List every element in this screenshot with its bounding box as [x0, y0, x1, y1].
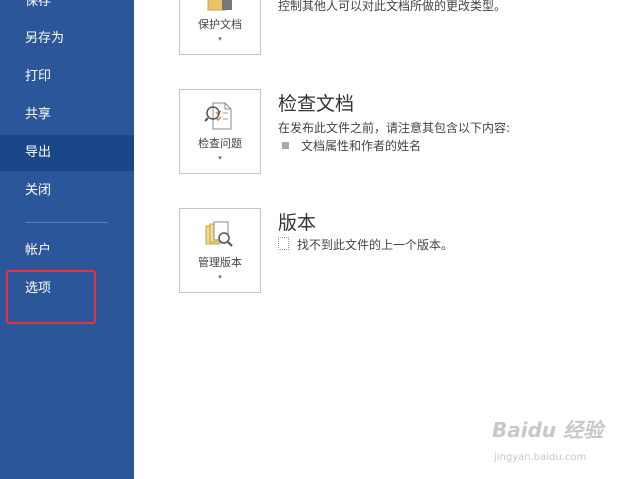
inspect-document-title: 检查文档 — [278, 93, 355, 115]
nav-account[interactable]: 帐户 — [0, 233, 134, 269]
protect-document-button[interactable]: 保护文档 ▾ — [179, 0, 261, 55]
versions-description-row: 找不到此文件的上一个版本。 — [278, 236, 453, 253]
nav-share[interactable]: 共享 — [0, 97, 134, 133]
nav-divider — [25, 222, 108, 223]
check-for-issues-button[interactable]: 检查问题 ▾ — [179, 89, 261, 174]
nav-export[interactable]: 导出 — [0, 135, 134, 171]
nav-save-as[interactable]: 另存为 — [0, 21, 134, 57]
inspect-bullet-item: 文档属性和作者的姓名 — [282, 137, 421, 154]
inspect-description: 在发布此文件之前，请注意其包含以下内容: — [278, 121, 511, 135]
lock-folder-icon — [204, 0, 236, 16]
protect-document-label: 保护文档 — [198, 18, 242, 31]
nav-close[interactable]: 关闭 — [0, 173, 134, 209]
chevron-down-icon: ▾ — [218, 35, 222, 43]
nav-print[interactable]: 打印 — [0, 59, 134, 95]
checklist-magnifier-icon — [204, 101, 236, 135]
manage-versions-button[interactable]: 管理版本 ▾ — [179, 208, 261, 293]
backstage-sidebar: 保存 另存为 打印 共享 导出 关闭 帐户 选项 — [0, 0, 134, 479]
bullet-icon — [282, 142, 289, 149]
watermark-url: jingyan.baidu.com — [494, 452, 587, 463]
document-icon — [278, 237, 289, 250]
watermark-brand: Baidu 经验 — [492, 418, 604, 442]
stacked-documents-magnifier-icon — [204, 220, 236, 254]
check-for-issues-label: 检查问题 — [198, 137, 242, 150]
protect-description: 控制其他人可以对此文档所做的更改类型。 — [278, 0, 507, 13]
options-highlight-box — [6, 270, 96, 324]
inspect-bullet-text: 文档属性和作者的姓名 — [301, 139, 422, 153]
chevron-down-icon: ▾ — [218, 154, 222, 162]
manage-versions-label: 管理版本 — [198, 256, 242, 269]
nav-save[interactable]: 保存 — [0, 0, 134, 20]
baidu-watermark: Baidu 经验 jingyan.baidu.com — [492, 414, 604, 463]
chevron-down-icon: ▾ — [218, 273, 222, 281]
versions-title: 版本 — [278, 212, 317, 234]
versions-description: 找不到此文件的上一个版本。 — [297, 238, 454, 252]
